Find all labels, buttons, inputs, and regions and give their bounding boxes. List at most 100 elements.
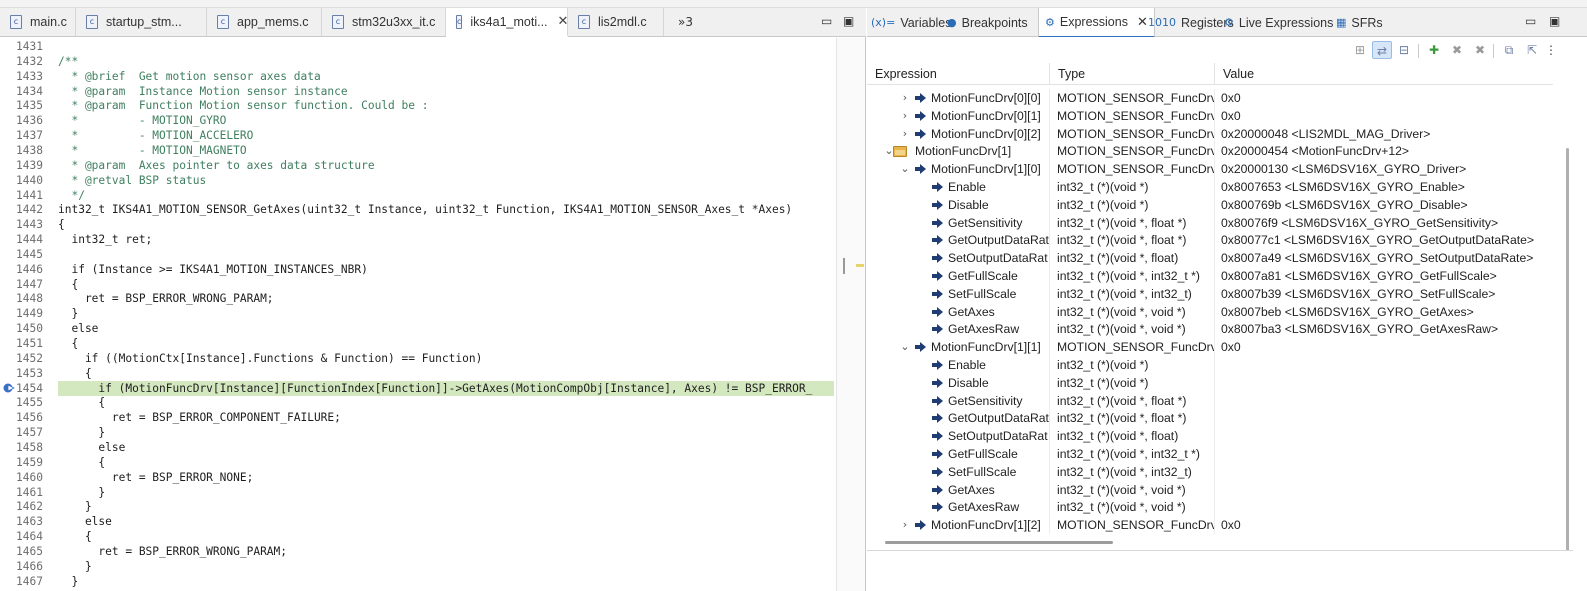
expression-row[interactable]: GetAxes int32_t (*)(void *, void *) xyxy=(867,480,1553,499)
code-line[interactable]: 1447 { xyxy=(0,277,836,292)
expression-value[interactable] xyxy=(1215,374,1553,392)
tab-breakpoints[interactable]: ● Breakpoints xyxy=(947,8,1028,37)
expression-value[interactable]: 0x80077c1 <LSM6DSV16X_GYRO_GetOutputData… xyxy=(1215,231,1553,249)
code-editor[interactable]: 1431 1432/** 1433 * @brief Get motion sens… xyxy=(0,38,836,591)
code-line[interactable]: 1439 * @param Axes pointer to axes data … xyxy=(0,158,836,173)
expression-row[interactable]: › MotionFuncDrv[0][0] MOTION_SENSOR_FuncDr… xyxy=(867,89,1553,107)
code-line[interactable]: 1442 int32_t IKS4A1_MOTION_SENSOR_GetAxes… xyxy=(0,202,836,217)
expression-value[interactable]: 0x8007b39 <LSM6DSV16X_GYRO_SetFullScale> xyxy=(1215,285,1553,303)
expand-chevron-icon[interactable]: › xyxy=(899,89,911,107)
expression-row[interactable]: › MotionFuncDrv[1][2] MOTION_SENSOR_FuncDr… xyxy=(867,516,1553,535)
code-line[interactable]: 1446 if (Instance >= IKS4A1_MOTION_INSTA… xyxy=(0,262,836,277)
views-minimize-button[interactable]: ▭ xyxy=(1525,14,1536,28)
expression-value[interactable] xyxy=(1215,356,1553,374)
editor-tab[interactable]: c stm32u3xx_it.c xyxy=(322,8,446,36)
remove-all-expressions-icon[interactable]: ✖ xyxy=(1470,41,1490,59)
expression-row[interactable]: › MotionFuncDrv[0][2] MOTION_SENSOR_FuncDr… xyxy=(867,124,1553,143)
expression-value[interactable]: 0x20000454 <MotionFuncDrv+12> xyxy=(1215,142,1553,160)
code-line[interactable]: 1450 else xyxy=(0,321,836,336)
more-tabs-button[interactable]: »3 xyxy=(664,8,701,36)
expression-row[interactable]: GetFullScale int32_t (*)(void *, int32_t … xyxy=(867,267,1553,285)
expression-row[interactable]: GetOutputDataRat int32_t (*)(void *, floa… xyxy=(867,409,1553,428)
expression-value[interactable]: 0x8007a49 <LSM6DSV16X_GYRO_SetOutputData… xyxy=(1215,249,1553,267)
code-line[interactable]: 1436 * - MOTION_GYRO xyxy=(0,113,836,128)
expression-value[interactable]: 0x0 xyxy=(1215,338,1553,356)
expand-chevron-icon[interactable]: › xyxy=(899,107,911,125)
vertical-scroll-thumb[interactable] xyxy=(1566,148,1569,578)
expression-row[interactable]: GetSensitivity int32_t (*)(void *, float … xyxy=(867,213,1553,232)
code-line[interactable]: 1438 * - MOTION_MAGNETO xyxy=(0,143,836,158)
expression-row[interactable]: GetAxesRaw int32_t (*)(void *, void *) 0x8… xyxy=(867,320,1553,339)
expression-row[interactable]: SetFullScale int32_t (*)(void *, int32_t) xyxy=(867,462,1553,481)
code-line[interactable]: 1458 else xyxy=(0,440,836,455)
expressions-horizontal-scrollbar[interactable] xyxy=(867,536,1553,548)
view-menu-icon[interactable]: ⋮ xyxy=(1545,41,1557,59)
expression-row[interactable]: SetOutputDataRat int32_t (*)(void *, floa… xyxy=(867,427,1553,446)
expression-row[interactable]: GetOutputDataRat int32_t (*)(void *, floa… xyxy=(867,231,1553,250)
close-tab-icon[interactable]: ✕ xyxy=(558,14,569,29)
expression-row[interactable]: GetFullScale int32_t (*)(void *, int32_t … xyxy=(867,445,1553,463)
expression-row[interactable]: GetSensitivity int32_t (*)(void *, float … xyxy=(867,391,1553,410)
views-maximize-button[interactable]: ▣ xyxy=(1549,14,1560,28)
show-type-names-icon[interactable]: ⊞ xyxy=(1350,41,1370,59)
column-header-type[interactable]: Type xyxy=(1050,63,1215,85)
tab-registers[interactable]: 1010 Registers xyxy=(1148,8,1234,37)
code-line[interactable]: 1463 else xyxy=(0,514,836,529)
close-view-icon[interactable]: ✕ xyxy=(1137,15,1148,30)
expression-value[interactable] xyxy=(1215,498,1553,516)
expression-value[interactable]: 0x0 xyxy=(1215,516,1553,534)
code-line[interactable]: 1435 * @param Function Motion sensor fun… xyxy=(0,98,836,113)
expression-value[interactable]: 0x80076f9 <LSM6DSV16X_GYRO_GetSensitivit… xyxy=(1215,214,1553,232)
code-line[interactable]: 1453 { xyxy=(0,366,836,381)
code-line[interactable]: 1459 { xyxy=(0,455,836,470)
expression-row[interactable]: Enable int32_t (*)(void *) xyxy=(867,356,1553,374)
tab-sfrs[interactable]: ▦ SFRs xyxy=(1336,8,1383,37)
code-line[interactable]: 1451 { xyxy=(0,336,836,351)
expression-row[interactable]: GetAxes int32_t (*)(void *, void *) 0x8007… xyxy=(867,302,1553,321)
open-new-view-icon[interactable]: ⧉ xyxy=(1499,41,1519,59)
horizontal-scroll-thumb[interactable] xyxy=(885,541,1113,544)
editor-tab[interactable]: c iks4a1_moti... ✕ xyxy=(446,8,568,37)
code-line[interactable]: 1449 } xyxy=(0,306,836,321)
code-line[interactable]: 1433 * @brief Get motion sensor axes dat… xyxy=(0,69,836,84)
expression-value[interactable]: 0x8007653 <LSM6DSV16X_GYRO_Enable> xyxy=(1215,178,1553,196)
code-line[interactable]: 1443 { xyxy=(0,217,836,232)
editor-tab[interactable]: c startup_stm... xyxy=(76,8,207,36)
code-line[interactable]: 1441 */ xyxy=(0,188,836,203)
expression-value[interactable] xyxy=(1215,463,1553,481)
add-expression-icon[interactable]: ✚ xyxy=(1424,41,1444,59)
code-line[interactable]: 1437 * - MOTION_ACCELERO xyxy=(0,128,836,143)
expand-chevron-icon[interactable]: › xyxy=(899,125,911,143)
editor-tab[interactable]: c lis2mdl.c xyxy=(568,8,664,36)
code-line[interactable]: 1448 ret = BSP_ERROR_WRONG_PARAM; xyxy=(0,291,836,306)
expression-row[interactable]: ⌄ MotionFuncDrv[1][0] MOTION_SENSOR_FuncDr… xyxy=(867,160,1553,179)
export-icon[interactable]: ⇱ xyxy=(1522,41,1542,59)
expression-row[interactable]: SetFullScale int32_t (*)(void *, int32_t)… xyxy=(867,284,1553,303)
code-line[interactable]: 1434 * @param Instance Motion sensor ins… xyxy=(0,84,836,99)
expression-value[interactable]: 0x800769b <LSM6DSV16X_GYRO_Disable> xyxy=(1215,196,1553,214)
editor-overview-ruler[interactable] xyxy=(836,38,865,591)
remove-expression-icon[interactable]: ✖ xyxy=(1447,41,1467,59)
expression-value[interactable] xyxy=(1215,409,1553,427)
editor-tab[interactable]: c main.c xyxy=(0,8,76,36)
editor-minimize-button[interactable]: ▭ xyxy=(821,14,832,28)
expand-chevron-icon[interactable]: › xyxy=(899,516,911,534)
code-line[interactable]: 1445 xyxy=(0,247,836,262)
code-line[interactable]: 1460 ret = BSP_ERROR_NONE; xyxy=(0,470,836,485)
column-header-expression[interactable]: Expression xyxy=(867,63,1050,85)
code-line[interactable]: 1432 /** xyxy=(0,54,836,69)
collapse-chevron-icon[interactable]: ⌄ xyxy=(899,338,911,356)
code-line[interactable]: 1444 int32_t ret; xyxy=(0,232,836,247)
current-execution-line[interactable]: 1454 if (MotionFuncDrv[Instance][Functio… xyxy=(0,380,836,396)
expression-row[interactable]: ⌄MotionFuncDrv[1]MOTION_SENSOR_FuncDrv_.… xyxy=(867,142,1553,161)
expression-value[interactable]: 0x20000130 <LSM6DSV16X_GYRO_Driver> xyxy=(1215,160,1553,178)
tab-live-expressions[interactable]: ⚙ Live Expressions xyxy=(1224,8,1333,37)
editor-maximize-button[interactable]: ▣ xyxy=(843,14,854,28)
expressions-vertical-scrollbar[interactable] xyxy=(1553,63,1573,578)
expression-value[interactable]: 0x8007beb <LSM6DSV16X_GYRO_GetAxes> xyxy=(1215,303,1553,321)
expression-value[interactable] xyxy=(1215,392,1553,410)
expression-value[interactable] xyxy=(1215,427,1553,445)
instruction-pointer-icon[interactable] xyxy=(3,382,15,394)
expression-detail-pane[interactable] xyxy=(867,550,1573,591)
expression-value[interactable]: 0x8007a81 <LSM6DSV16X_GYRO_GetFullScale> xyxy=(1215,267,1553,285)
